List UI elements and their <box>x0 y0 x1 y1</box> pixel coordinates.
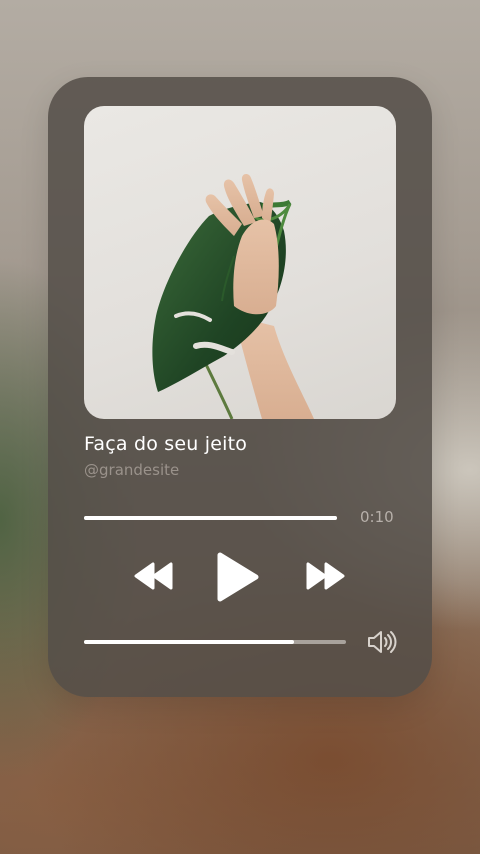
speaker-icon <box>368 631 397 653</box>
volume-fill <box>84 640 294 644</box>
album-artwork <box>84 106 396 419</box>
play-icon <box>217 552 259 602</box>
fast-forward-button[interactable] <box>304 561 346 591</box>
artist-handle[interactable]: @grandesite <box>84 461 179 479</box>
volume-button[interactable] <box>366 628 398 656</box>
rewind-icon <box>134 562 173 590</box>
rewind-button[interactable] <box>133 561 175 591</box>
track-title: Faça do seu jeito <box>84 433 248 455</box>
volume-slider[interactable] <box>84 638 346 646</box>
artwork-image <box>152 174 314 419</box>
progress-fill <box>84 516 337 520</box>
play-button[interactable] <box>214 551 260 603</box>
music-player-card: Faça do seu jeito @grandesite 0:10 <box>48 77 432 697</box>
progress-bar[interactable] <box>84 514 337 522</box>
elapsed-time: 0:10 <box>360 508 394 526</box>
fast-forward-icon <box>306 562 345 590</box>
